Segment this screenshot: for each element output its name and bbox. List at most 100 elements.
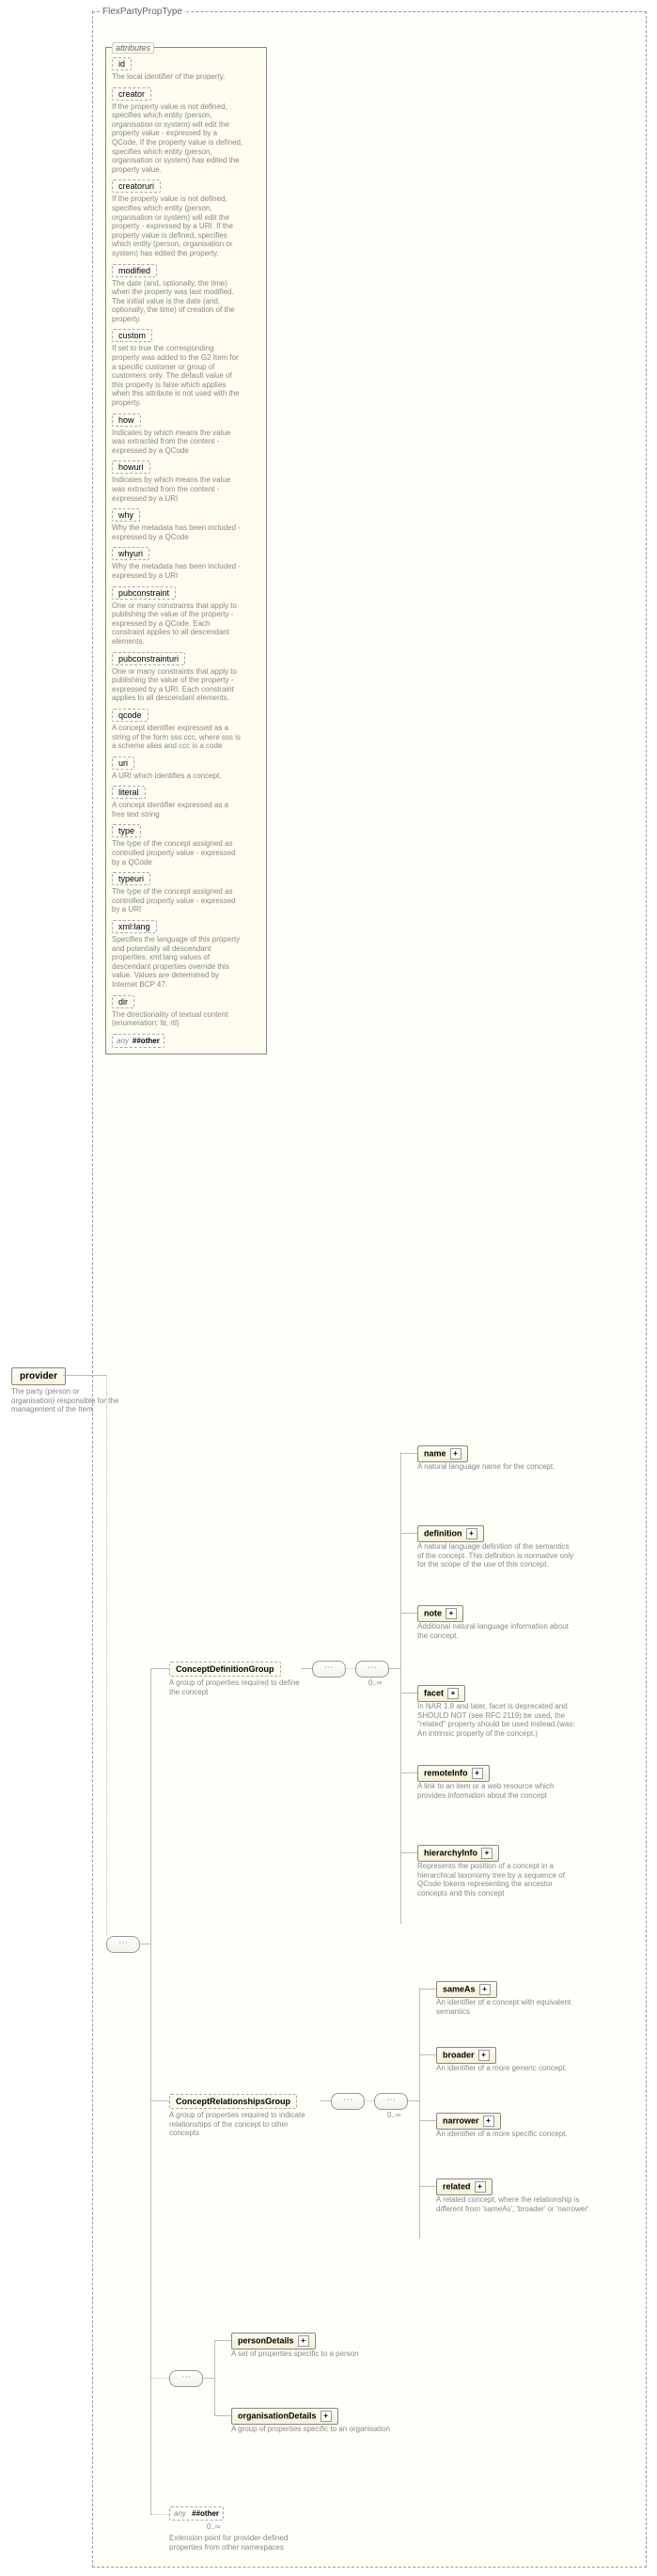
attribute-name[interactable]: typeuri	[112, 872, 150, 885]
attribute-item: xml:langSpecifies the language of this p…	[112, 920, 260, 990]
element-note[interactable]: note+	[417, 1605, 463, 1622]
element-organisationdetails[interactable]: organisationDetails +	[231, 2408, 338, 2425]
element-narrower[interactable]: narrower+	[436, 2113, 501, 2130]
expand-icon[interactable]: +	[298, 2335, 309, 2347]
expand-icon[interactable]: +	[478, 2050, 490, 2061]
element-desc: An identifier of a more generic concept.	[436, 2064, 596, 2073]
diagram-canvas: FlexPartyPropType provider The party (pe…	[0, 0, 657, 2576]
element-desc: A natural language name for the concept.	[417, 1462, 577, 1472]
expand-icon[interactable]: +	[321, 2411, 332, 2422]
attribute-desc: A concept identifier expressed as a free…	[112, 801, 243, 819]
any-attribute: any ##other	[112, 1034, 260, 1048]
expand-icon[interactable]: +	[466, 1528, 477, 1539]
expand-icon[interactable]: +	[481, 1848, 493, 1859]
attribute-name[interactable]: qcode	[112, 709, 149, 722]
group-concept-definition[interactable]: ConceptDefinitionGroup	[169, 1662, 281, 1677]
attribute-name[interactable]: creatoruri	[112, 180, 161, 193]
expand-icon[interactable]: +	[446, 1608, 457, 1619]
attribute-name[interactable]: xml:lang	[112, 920, 157, 933]
expand-icon[interactable]: +	[483, 2115, 494, 2127]
element-label: facet	[424, 1688, 444, 1697]
attribute-item: dir The directionality of textual content…	[112, 995, 260, 1028]
attribute-name[interactable]: why	[112, 508, 140, 522]
attribute-item: pubconstraintOne or many constraints tha…	[112, 586, 260, 647]
element-desc: A related concept, where the relationshi…	[436, 2195, 596, 2213]
attribute-item: typeuri The type of the concept assigned …	[112, 872, 260, 914]
root-element[interactable]: provider	[11, 1367, 66, 1385]
attribute-desc: Why the metadata has been included - exp…	[112, 523, 243, 541]
attribute-desc: A concept identifier expressed as a stri…	[112, 724, 243, 751]
attribute-desc: One or many constraints that apply to pu…	[112, 667, 243, 703]
group-cdg-desc: A group of properties required to define…	[169, 1678, 310, 1696]
element-remoteinfo[interactable]: remoteInfo +	[417, 1765, 490, 1782]
group-concept-relationships[interactable]: ConceptRelationshipsGroup	[169, 2094, 297, 2109]
sequence-crg	[331, 2093, 365, 2110]
root-element-desc: The party (person or organisation) respo…	[11, 1387, 124, 1414]
element-label: definition	[424, 1528, 462, 1538]
element-desc: A natural language definition of the sem…	[417, 1542, 577, 1569]
element-hierarchyinfo[interactable]: hierarchyInfo +	[417, 1845, 499, 1862]
element-related[interactable]: related+	[436, 2178, 493, 2195]
element-broader[interactable]: broader+	[436, 2047, 496, 2064]
attribute-name[interactable]: type	[112, 824, 141, 837]
attribute-desc: If the property value is not defined, sp…	[112, 195, 243, 258]
element-sameas[interactable]: sameAs+	[436, 1981, 497, 1998]
attribute-name[interactable]: literal	[112, 786, 146, 799]
sequence-cdg	[312, 1661, 346, 1678]
attributes-box: attributes idThe local identifier of the…	[105, 47, 267, 1054]
attribute-desc: One or many constraints that apply to pu…	[112, 601, 243, 647]
group-cdg-label: ConceptDefinitionGroup	[176, 1664, 274, 1674]
element-desc: A link to an item or a web resource whic…	[417, 1782, 577, 1800]
attribute-desc: Indicates by which means the value was e…	[112, 476, 243, 503]
any-el-label: any	[174, 2509, 186, 2518]
attribute-desc: Indicates by which means the value was e…	[112, 429, 243, 456]
any-attr-label: any	[117, 1037, 129, 1045]
element-label: organisationDetails	[238, 2411, 317, 2420]
attribute-desc: A URI which identifies a concept.	[112, 772, 243, 781]
attribute-item: pubconstrainturi One or many constraints …	[112, 652, 260, 703]
element-label: sameAs	[443, 1984, 476, 1993]
group-crg-desc: A group of properties required to indica…	[169, 2111, 320, 2138]
attribute-name[interactable]: how	[112, 414, 141, 427]
element-persondetails[interactable]: personDetails+	[231, 2333, 316, 2350]
attribute-name[interactable]: custom	[112, 329, 152, 342]
attribute-desc: Why the metadata has been included - exp…	[112, 562, 243, 580]
expand-icon[interactable]: +	[447, 1688, 459, 1699]
element-desc: An identifier of a concept with equivale…	[436, 1998, 596, 2016]
attribute-desc: The date (and, optionally, the time) whe…	[112, 279, 243, 324]
element-label: remoteInfo	[424, 1768, 468, 1777]
element-label: hierarchyInfo	[424, 1848, 477, 1857]
any-attr-value: ##other	[133, 1037, 160, 1045]
expand-icon[interactable]: +	[475, 2181, 486, 2193]
expand-icon[interactable]: +	[479, 1984, 491, 1995]
attribute-name[interactable]: creator	[112, 87, 151, 101]
element-desc: A group of properties specific to an org…	[231, 2425, 391, 2434]
element-desc: An identifier of a more specific concept…	[436, 2130, 596, 2139]
attribute-name[interactable]: id	[112, 57, 132, 70]
attribute-item: literal A concept identifier expressed as…	[112, 786, 260, 819]
attribute-desc: The type of the concept assigned as cont…	[112, 887, 243, 914]
attribute-name[interactable]: pubconstraint	[112, 586, 176, 600]
attribute-desc: The type of the concept assigned as cont…	[112, 839, 243, 866]
element-name[interactable]: name+	[417, 1445, 468, 1462]
expand-icon[interactable]: +	[450, 1448, 461, 1460]
attribute-item: type The type of the concept assigned as …	[112, 824, 260, 866]
attribute-name[interactable]: whyuri	[112, 547, 149, 560]
element-desc: A set of properties specific to a person	[231, 2350, 391, 2359]
attribute-item: qcode A concept identifier expressed as a…	[112, 709, 260, 751]
attribute-item: how Indicates by which means the value wa…	[112, 414, 260, 456]
attribute-name[interactable]: dir	[112, 995, 134, 1008]
mult-any: 0..∞	[207, 2522, 221, 2531]
mult-crg: 0..∞	[387, 2111, 401, 2119]
element-facet[interactable]: facet+	[417, 1685, 465, 1702]
attribute-name[interactable]: uri	[112, 757, 134, 770]
attribute-name[interactable]: howuri	[112, 461, 150, 474]
attribute-name[interactable]: pubconstrainturi	[112, 652, 185, 665]
group-crg-label: ConceptRelationshipsGroup	[176, 2097, 290, 2106]
attribute-name[interactable]: modified	[112, 264, 157, 277]
expand-icon[interactable]: +	[472, 1768, 483, 1779]
element-definition[interactable]: definition +	[417, 1525, 484, 1542]
sequence-crg2	[374, 2093, 408, 2110]
any-el-desc: Extension point for provider-defined pro…	[169, 2534, 320, 2552]
attribute-desc: The directionality of textual content (e…	[112, 1010, 243, 1028]
